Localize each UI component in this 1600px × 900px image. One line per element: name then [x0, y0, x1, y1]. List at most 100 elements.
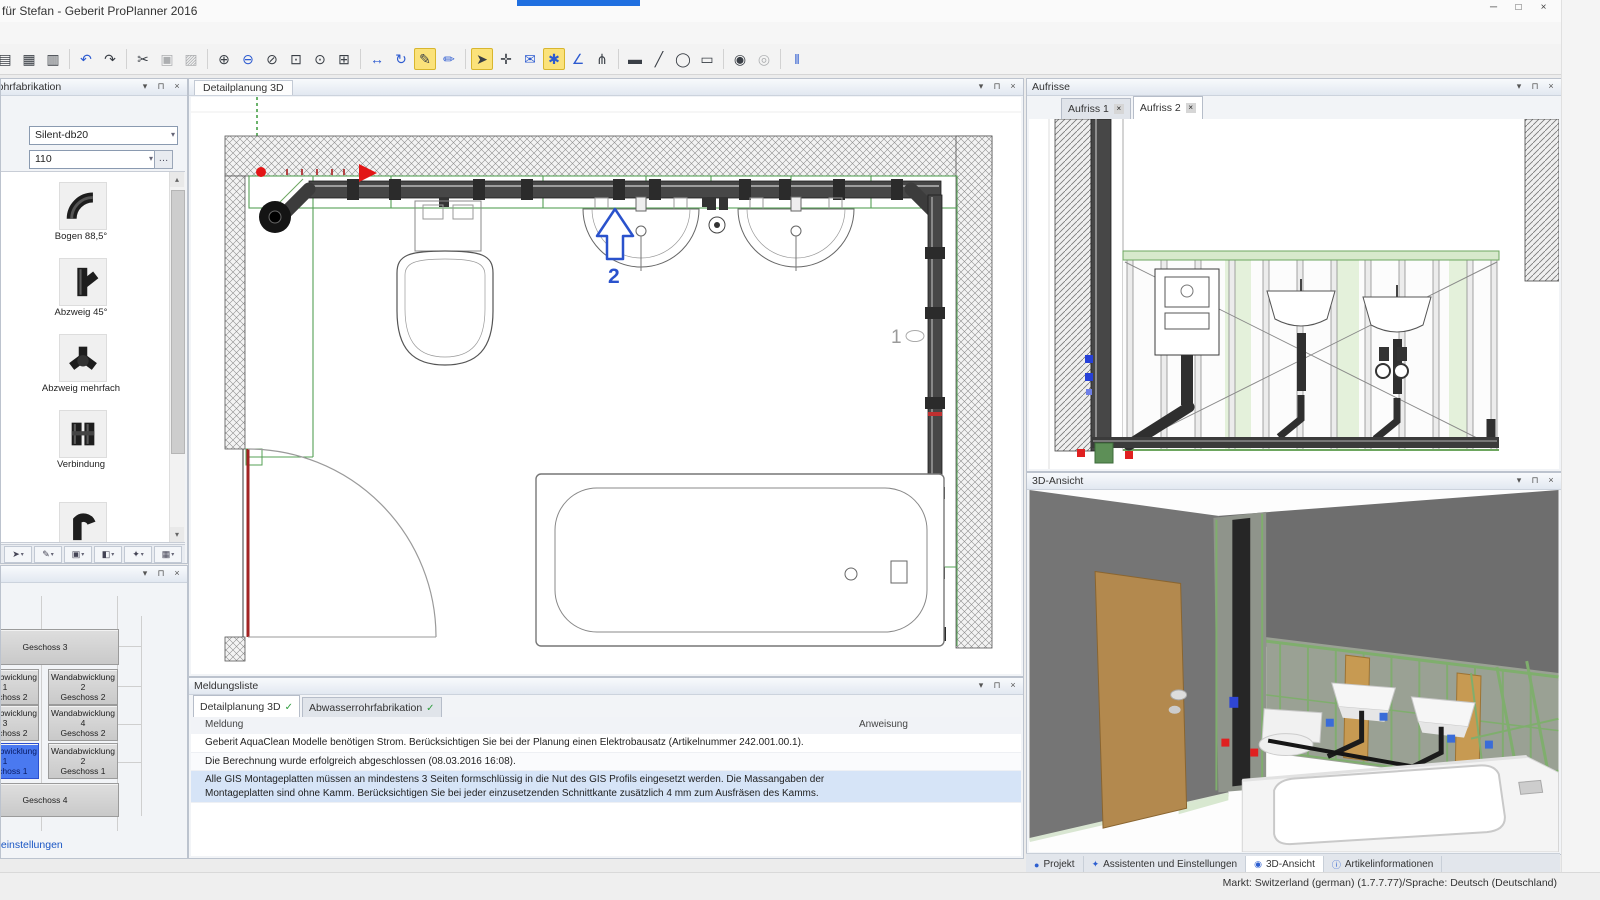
filter-button[interactable]: ✎ ▾	[34, 546, 62, 563]
menu-item[interactable]	[34, 27, 66, 35]
structure-cell[interactable]: Wandabwicklung 3Geschoss 2	[0, 705, 39, 741]
dock-menu-icon[interactable]: ▾	[973, 80, 989, 93]
close-icon[interactable]: ×	[1543, 80, 1559, 93]
dock-menu-icon[interactable]: ▾	[137, 567, 153, 580]
pin-icon[interactable]: ⊓	[989, 80, 1005, 93]
toolbar-button-measure[interactable]: ∠	[567, 48, 589, 70]
message-row[interactable]: Die Berechnung wurde erfolgreich abgesch…	[191, 753, 1021, 772]
bottom-tab[interactable]: ✦ Assistenten und Einstellungen	[1084, 856, 1247, 873]
close-icon[interactable]: ×	[1531, 0, 1556, 16]
toolbar-button-zoom-selection[interactable]: ⊙	[309, 48, 331, 70]
close-icon[interactable]: ×	[1186, 103, 1196, 113]
dock-menu-icon[interactable]: ▾	[1511, 80, 1527, 93]
toolbar-button-select[interactable]: ➤	[471, 48, 493, 70]
diameter-more-button[interactable]: …	[154, 150, 173, 169]
elevation-canvas[interactable]	[1029, 119, 1559, 469]
bathtub-fixture[interactable]	[536, 474, 944, 646]
structure-cell-top[interactable]: Geschoss 3	[0, 629, 119, 665]
tab-abwasserrohrfabrikation[interactable]: Abwasserrohrfabrikation ✓	[302, 697, 442, 718]
toolbar-button-redline[interactable]: ✎	[414, 48, 436, 70]
toolbar-button-cut[interactable]: ✂	[132, 48, 154, 70]
minimize-icon[interactable]: ─	[1481, 0, 1506, 16]
aufriss-tab[interactable]: Aufriss 1 ×	[1061, 98, 1131, 119]
tab-detailplanung-3d[interactable]: Detailplanung 3D ✓	[193, 695, 300, 718]
scrollbar-thumb[interactable]	[171, 190, 185, 454]
part-item-partial[interactable]	[59, 502, 107, 543]
part-item-abzweig-mehrfach[interactable]	[59, 334, 107, 382]
bottom-tab[interactable]: ⓘ Artikelinformationen	[1324, 856, 1442, 873]
column-meldung[interactable]: Meldung	[205, 719, 243, 730]
toolbar-button-zoom-out[interactable]: ⊖	[237, 48, 259, 70]
toolbar-button-paste[interactable]: ▨	[180, 48, 202, 70]
part-item-bogen-885[interactable]	[59, 182, 107, 230]
menu-item[interactable]	[2, 27, 34, 35]
pin-icon[interactable]: ⊓	[153, 80, 169, 93]
pin-icon[interactable]: ⊓	[1527, 474, 1543, 487]
bottom-tab[interactable]: ● Projekt	[1026, 856, 1084, 873]
door[interactable]	[243, 449, 436, 637]
toolbar-button-zoom-all[interactable]: ⊞	[333, 48, 355, 70]
scroll-up-icon[interactable]: ▴	[170, 172, 184, 187]
toolbar-button-zoom-in[interactable]: ⊕	[213, 48, 235, 70]
toolbar-button-zoom-previous[interactable]: ⊘	[261, 48, 283, 70]
message-row[interactable]: Alle GIS Montageplatten müssen an mindes…	[191, 771, 1021, 803]
structure-cell[interactable]: Wandabwicklung 1Geschoss 2	[0, 669, 39, 705]
dock-menu-icon[interactable]: ▾	[973, 679, 989, 692]
toolbar-button-options[interactable]: ✱	[543, 48, 565, 70]
maximize-icon[interactable]: □	[1506, 0, 1531, 16]
toolbar-button-undo[interactable]: ↶	[75, 48, 97, 70]
toolbar-button-comment[interactable]: ✉	[519, 48, 541, 70]
structure-cell[interactable]: Wandabwicklung 1Geschoss 1	[0, 743, 39, 779]
pin-icon[interactable]: ⊓	[1527, 80, 1543, 93]
calculation-settings-link[interactable]: Berechnungseinstellungen	[0, 839, 63, 851]
aufriss-tab[interactable]: Aufriss 2 ×	[1133, 96, 1203, 119]
toilet-fixture[interactable]	[397, 201, 493, 365]
toolbar-button-export-pdf[interactable]: ▥	[42, 48, 64, 70]
pin-icon[interactable]: ⊓	[153, 567, 169, 580]
close-icon[interactable]: ×	[169, 567, 185, 580]
toolbar-button-lock[interactable]: ◉	[729, 48, 751, 70]
toolbar-button-dimension[interactable]: ‖	[786, 48, 808, 70]
toolbar-button-orbit[interactable]: ↻	[390, 48, 412, 70]
structure-cell[interactable]: Wandabwicklung 2Geschoss 2	[48, 669, 118, 705]
structure-cell[interactable]: Wandabwicklung 2Geschoss 1	[48, 743, 118, 779]
message-row[interactable]: Geberit AquaClean Modelle benötigen Stro…	[191, 734, 1021, 753]
pipe-system-select[interactable]: Silent-db20 ▾	[29, 126, 178, 145]
close-icon[interactable]: ×	[1005, 80, 1021, 93]
toolbar-button-pen[interactable]: ✏	[438, 48, 460, 70]
dock-menu-icon[interactable]: ▾	[137, 80, 153, 93]
close-icon[interactable]: ×	[1114, 104, 1124, 114]
filter-button[interactable]: ▣ ▾	[64, 546, 92, 563]
close-icon[interactable]: ×	[169, 80, 185, 93]
bottom-tab[interactable]: ◉ 3D-Ansicht	[1246, 856, 1324, 873]
dock-menu-icon[interactable]: ▾	[1511, 474, 1527, 487]
part-item-verbindung[interactable]	[59, 410, 107, 458]
toolbar-button-pan[interactable]: ↔	[366, 48, 388, 70]
toolbar-button-ellipse[interactable]: ◯	[672, 48, 694, 70]
column-anweisung[interactable]: Anweisung	[859, 719, 908, 730]
toolbar-button-save[interactable]: ▤	[0, 48, 16, 70]
pipe-diameter-select[interactable]: 110 ▾	[29, 150, 156, 169]
filter-button[interactable]: ◧ ▾	[94, 546, 122, 563]
part-item-abzweig-45[interactable]	[59, 258, 107, 306]
toolbar-button-redo[interactable]: ↷	[99, 48, 121, 70]
parts-scrollbar[interactable]: ▴ ▾	[169, 172, 185, 542]
filter-button[interactable]: ➤ ▾	[4, 546, 32, 563]
floor-plan-canvas[interactable]: 2 1	[191, 97, 1021, 674]
annotation-1[interactable]: 1	[891, 327, 924, 348]
filter-button[interactable]: ✦ ▾	[124, 546, 152, 563]
toolbar-button-unlock[interactable]: ◎	[753, 48, 775, 70]
toolbar-button-zoom-window[interactable]: ⊡	[285, 48, 307, 70]
toolbar-button-rectangle[interactable]: ▭	[696, 48, 718, 70]
structure-cell[interactable]: Wandabwicklung 4Geschoss 2	[48, 705, 118, 741]
toolbar-button-walkthrough[interactable]: ⋔	[591, 48, 613, 70]
toolbar-button-print[interactable]: ▦	[18, 48, 40, 70]
scroll-down-icon[interactable]: ▾	[170, 527, 184, 542]
pin-icon[interactable]: ⊓	[989, 679, 1005, 692]
toolbar-button-move[interactable]: ✛	[495, 48, 517, 70]
structure-cell-bottom[interactable]: Geschoss 4	[0, 783, 119, 817]
close-icon[interactable]: ×	[1005, 679, 1021, 692]
toolbar-button-tape-measure[interactable]: ▬	[624, 48, 646, 70]
toolbar-button-copy[interactable]: ▣	[156, 48, 178, 70]
filter-button[interactable]: ▦ ▾	[154, 546, 182, 563]
